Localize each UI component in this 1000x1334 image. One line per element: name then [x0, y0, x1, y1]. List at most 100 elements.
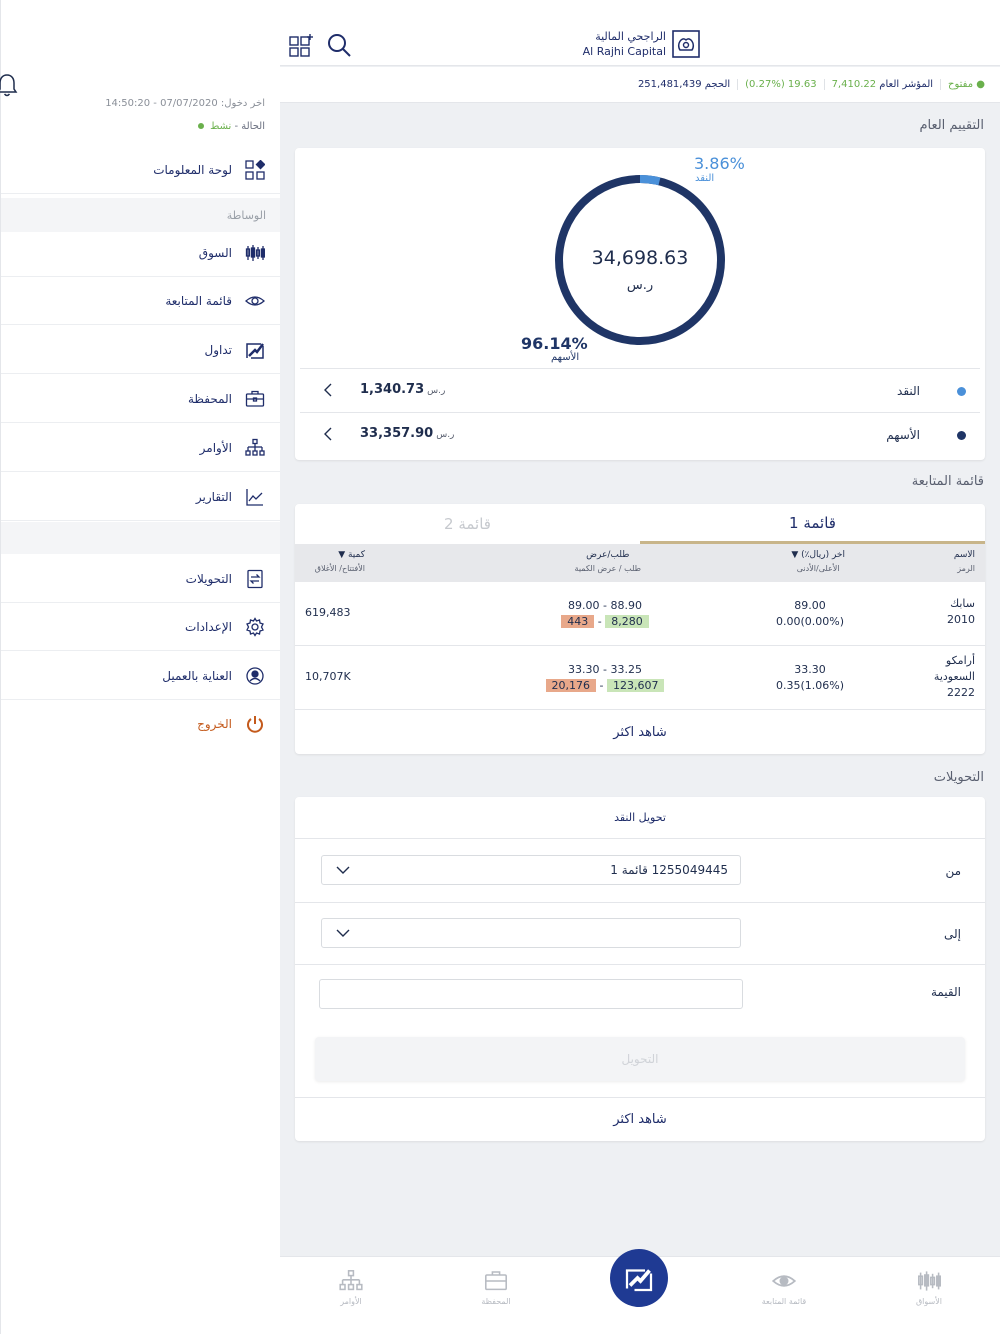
- transfers-card: تحويل النقد من 1255049445 قائمة 1 إلى ال…: [295, 797, 985, 1141]
- transfers-see-more-link[interactable]: شاهد اكثر: [295, 1097, 985, 1141]
- sidebar-item-label: العناية بالعميل: [162, 668, 232, 683]
- chevron-left-icon[interactable]: [322, 426, 334, 442]
- price-change: 0.35(1.06%): [775, 679, 845, 692]
- trade-icon: [244, 339, 266, 361]
- market-ticker: ● مفتوح المؤشر العام 7,410.22 19.63 (0.2…: [280, 67, 1000, 103]
- stock-name: سابك: [950, 597, 975, 610]
- transfers-title: التحويلات: [933, 770, 984, 785]
- col-bid-ask[interactable]: طلب/عرض طلب / عرض الكمية: [575, 550, 641, 573]
- transfer-icon: [244, 568, 266, 590]
- market-status: ● مفتوح: [940, 79, 992, 90]
- stock-symbol: 2222: [947, 686, 975, 699]
- sidebar-item-watchlist[interactable]: قائمة المتابعة: [1, 277, 281, 325]
- valuation-card: 34,698.63 ر.س 3.86% النقد 96.14% الأسهم …: [295, 148, 985, 460]
- total-currency: ر.س: [627, 278, 653, 293]
- top-bar: الراجحي المالية Al Rajhi Capital: [280, 0, 1000, 66]
- col-symbol-label: الرمز: [957, 564, 975, 573]
- chevron-left-icon[interactable]: [322, 382, 334, 398]
- bottom-nav-portfolio[interactable]: المحفظة: [456, 1269, 536, 1306]
- hierarchy-icon: [244, 437, 266, 459]
- equity-percentage: 96.14%: [521, 334, 588, 353]
- briefcase-icon: [244, 388, 266, 410]
- last-login: اخر دخول: 07/07/2020 - 14:50:20: [105, 98, 265, 109]
- quantity: 619,483: [305, 606, 351, 619]
- donut-cash-segment: [639, 175, 661, 186]
- tab-list-1[interactable]: قائمة 1: [640, 504, 985, 544]
- bell-icon[interactable]: [0, 72, 19, 98]
- transfer-button[interactable]: التحويل: [315, 1037, 965, 1081]
- table-row[interactable]: سابك 2010 89.00 0.00(0.00%) 89.00 - 88.90 4…: [295, 582, 985, 646]
- amount-input[interactable]: [319, 979, 743, 1009]
- sidebar-item-settings[interactable]: الإعدادات: [1, 603, 281, 651]
- asset-row-equities[interactable]: الأسهم ر.س33,357.90: [300, 412, 980, 456]
- sidebar-item-portfolio[interactable]: المحفظة: [1, 375, 281, 423]
- last-login-label: اخر دخول:: [220, 98, 265, 109]
- transfer-from-row: من 1255049445 قائمة 1: [295, 839, 985, 903]
- al-rajhi-logo-icon: [672, 30, 700, 58]
- search-icon[interactable]: [326, 32, 352, 58]
- power-icon: [244, 713, 266, 735]
- asset-amount: 33,357.90: [360, 426, 434, 441]
- status-label: الحالة -: [234, 121, 265, 132]
- equity-percentage-label: الأسهم: [551, 352, 580, 363]
- stock-name-cell: سابك 2010: [947, 596, 975, 628]
- bottom-nav-orders[interactable]: الأوامر: [311, 1269, 391, 1306]
- status-value: نشط: [210, 121, 232, 132]
- trade-icon: [625, 1269, 653, 1292]
- logout-label: الخروج: [197, 717, 232, 731]
- sidebar-item-reports[interactable]: التقارير: [1, 473, 281, 521]
- status-dot-icon: [197, 123, 204, 129]
- tab-list-2[interactable]: قائمة 2: [295, 504, 640, 544]
- sidebar-item-orders[interactable]: الأوامر: [1, 424, 281, 472]
- col-last[interactable]: اخر (ريال٪) ▼ الأعلى/الأدنى: [791, 550, 845, 573]
- chart-icon: [244, 486, 266, 508]
- sidebar-item-label: التقارير: [195, 489, 232, 504]
- transfer-subtitle-row: تحويل النقد: [295, 797, 985, 839]
- eye-icon: [244, 290, 266, 312]
- price-change: 0.00(0.00%): [775, 615, 845, 628]
- transfer-subtitle: تحويل النقد: [614, 811, 666, 824]
- bid-ask-price: 33.30 - 33.25: [568, 663, 642, 676]
- sidebar-item-trade[interactable]: تداول: [1, 326, 281, 374]
- bottom-nav-markets[interactable]: الأسواق: [889, 1269, 969, 1306]
- cash-dot-icon: [957, 387, 966, 396]
- sidebar-item-customer-care[interactable]: العناية بالعميل: [1, 652, 281, 700]
- stock-name-cell: أرامكو السعودية 2222: [915, 653, 975, 701]
- bottom-nav-watchlist[interactable]: قائمة المتابعة: [744, 1269, 824, 1306]
- sidebar-item-market[interactable]: السوق: [1, 229, 281, 277]
- hierarchy-icon: [339, 1270, 363, 1291]
- watchlist-see-more-link[interactable]: شاهد اكثر: [295, 710, 985, 754]
- bottom-nav-trade-button[interactable]: [610, 1249, 668, 1307]
- total-value: 34,698.63: [592, 247, 689, 269]
- last-price: 89.00: [794, 599, 826, 612]
- col-last-label: اخر (ريال٪) ▼: [791, 550, 845, 560]
- volume-label: الحجم: [704, 79, 731, 90]
- col-bid-ask-label: طلب/عرض: [586, 550, 630, 560]
- table-row[interactable]: أرامكو السعودية 2222 33.30 0.35(1.06%) 33.…: [295, 646, 985, 710]
- from-account-select[interactable]: 1255049445 قائمة 1: [321, 855, 741, 885]
- asset-row-cash[interactable]: النقد ر.س1,340.73: [300, 368, 980, 412]
- sidebar-item-transfers[interactable]: التحويلات: [1, 555, 281, 603]
- col-qty[interactable]: كمية ▼ الأفتتاح/ الأغلاق: [315, 550, 365, 573]
- sidebar-item-dashboard[interactable]: لوحة المعلومات: [1, 146, 281, 194]
- bid-qty: 8,280: [605, 615, 649, 628]
- ask-qty: 20,176: [545, 679, 597, 692]
- sidebar-item-label: قائمة المتابعة: [165, 293, 232, 308]
- asset-currency: ر.س: [436, 430, 455, 440]
- col-name-label: الاسم: [953, 550, 975, 560]
- widgets-icon[interactable]: [289, 34, 313, 58]
- index-change: 19.63 (0.27%): [737, 79, 823, 90]
- sidebar: اخر دخول: 07/07/2020 - 14:50:20 الحالة -…: [0, 0, 281, 1334]
- cash-percentage: 3.86%: [694, 154, 745, 173]
- bid-ask-cell: 89.00 - 88.90 443 - 8,280: [535, 598, 675, 630]
- col-name[interactable]: الاسم الرمز: [954, 550, 975, 573]
- sidebar-item-logout[interactable]: الخروج: [1, 700, 281, 748]
- asset-name: الأسهم: [886, 428, 920, 442]
- main-content: الراجحي المالية Al Rajhi Capital ● مفتوح…: [280, 0, 1000, 1334]
- eye-icon: [772, 1275, 796, 1287]
- sidebar-item-label: المحفظة: [187, 391, 232, 406]
- to-account-select[interactable]: [321, 918, 741, 948]
- bid-ask-cell: 33.30 - 33.25 20,176 - 123,607: [535, 662, 675, 694]
- allocation-donut-chart: 34,698.63 ر.س: [555, 175, 725, 345]
- col-open-close-label: الأفتتاح/ الأغلاق: [314, 564, 365, 573]
